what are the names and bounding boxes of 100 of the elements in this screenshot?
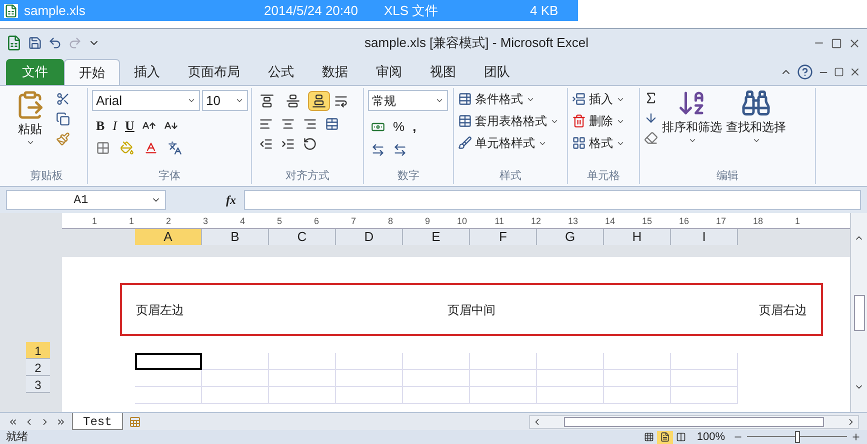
ribbon-tab[interactable]: 公式: [254, 59, 308, 85]
eraser-icon[interactable]: [644, 131, 658, 145]
active-cell[interactable]: [135, 353, 202, 370]
row-header[interactable]: 3: [26, 376, 50, 393]
align-left-icon[interactable]: [259, 117, 273, 131]
cells-menu-button[interactable]: 格式: [572, 134, 625, 152]
close-icon[interactable]: [848, 36, 861, 50]
first-sheet-icon[interactable]: [8, 416, 18, 426]
last-sheet-icon[interactable]: [56, 416, 66, 426]
view-button[interactable]: [656, 430, 673, 444]
ribbon-tab[interactable]: 团队: [470, 59, 524, 85]
new-sheet-icon[interactable]: [128, 416, 141, 428]
font-size-field[interactable]: 10: [202, 90, 248, 111]
font-name-field[interactable]: Arial: [92, 90, 200, 111]
sort-filter-button[interactable]: 排序和筛选: [662, 88, 722, 168]
grid-cell[interactable]: [336, 387, 403, 404]
indent-increase-icon[interactable]: [281, 137, 295, 151]
grid-cell[interactable]: [470, 387, 537, 404]
restore-icon[interactable]: [834, 67, 844, 77]
zoom-thumb[interactable]: [795, 431, 800, 443]
font-color-icon[interactable]: [144, 140, 158, 154]
undo-icon[interactable]: [48, 36, 62, 50]
column-header[interactable]: B: [202, 229, 269, 245]
align-right-icon[interactable]: [303, 117, 317, 131]
grid-cell[interactable]: [470, 370, 537, 387]
grid-cell[interactable]: [403, 353, 470, 370]
ribbon-tab[interactable]: 数据: [308, 59, 362, 85]
grid-cell[interactable]: [671, 370, 738, 387]
column-header[interactable]: I: [671, 229, 738, 245]
bold-button[interactable]: B: [96, 116, 105, 136]
help-icon[interactable]: [797, 64, 813, 80]
ribbon-tab[interactable]: 视图: [416, 59, 470, 85]
column-header[interactable]: F: [470, 229, 537, 245]
percent-button[interactable]: %: [393, 117, 405, 136]
grid-cell[interactable]: [202, 370, 269, 387]
column-header[interactable]: E: [403, 229, 470, 245]
ribbon-tab[interactable]: 插入: [120, 59, 174, 85]
border-icon[interactable]: [96, 140, 110, 154]
column-header[interactable]: D: [336, 229, 403, 245]
restore-icon[interactable]: [831, 38, 842, 48]
row-header[interactable]: 1: [26, 342, 50, 359]
grid-cell[interactable]: [470, 353, 537, 370]
scroll-thumb[interactable]: [564, 416, 824, 426]
paste-button[interactable]: 粘贴: [10, 88, 50, 168]
underline-button[interactable]: U: [125, 116, 134, 136]
name-box[interactable]: A1: [6, 190, 166, 210]
italic-button[interactable]: I: [112, 116, 118, 136]
vertical-align-button[interactable]: [308, 91, 330, 111]
column-header[interactable]: C: [269, 229, 336, 245]
number-format-field[interactable]: 常规: [368, 90, 448, 111]
grid-cell[interactable]: [671, 353, 738, 370]
grid-cell[interactable]: [604, 353, 671, 370]
vertical-scrollbar[interactable]: [850, 213, 867, 412]
grid-cell[interactable]: [604, 370, 671, 387]
style-menu-button[interactable]: 条件格式: [458, 90, 559, 108]
paintbrush-icon[interactable]: [56, 132, 70, 146]
row-header[interactable]: 2: [26, 359, 50, 376]
align-center-icon[interactable]: [281, 117, 295, 131]
grid-cell[interactable]: [269, 370, 336, 387]
scroll-thumb[interactable]: [854, 294, 864, 330]
indent-decrease-icon[interactable]: [259, 137, 273, 151]
column-header[interactable]: G: [537, 229, 604, 245]
grid-cell[interactable]: [671, 387, 738, 404]
find-select-button[interactable]: 查找和选择: [726, 88, 786, 168]
sum-icon[interactable]: [644, 91, 658, 105]
grid-cell[interactable]: [537, 370, 604, 387]
cells-menu-button[interactable]: 删除: [572, 112, 625, 130]
grid-cell[interactable]: [135, 387, 202, 404]
file-tab[interactable]: 文件: [6, 59, 64, 85]
phonetic-icon[interactable]: [168, 140, 182, 154]
column-header[interactable]: A: [135, 229, 202, 245]
grid-cell[interactable]: [269, 387, 336, 404]
decimal-arrows-icon[interactable]: [393, 142, 407, 156]
column-header[interactable]: H: [604, 229, 671, 245]
ribbon-tab[interactable]: 审阅: [362, 59, 416, 85]
style-menu-button[interactable]: 套用表格格式: [458, 112, 559, 130]
comma-button[interactable]: ,: [412, 117, 416, 136]
grid-cell[interactable]: [202, 387, 269, 404]
orientation-icon[interactable]: [303, 137, 317, 151]
grid-cell[interactable]: [336, 370, 403, 387]
decimal-arrows-icon[interactable]: [371, 142, 385, 156]
grid-cell[interactable]: [537, 387, 604, 404]
grid-cell[interactable]: [604, 387, 671, 404]
fill-down-icon[interactable]: [644, 111, 658, 125]
save-icon[interactable]: [28, 36, 42, 50]
grid-cell[interactable]: [269, 353, 336, 370]
zoom-in-icon[interactable]: [851, 432, 861, 442]
cells-menu-button[interactable]: 插入: [572, 90, 625, 108]
copy-icon[interactable]: [56, 112, 70, 126]
grid-cell[interactable]: [403, 370, 470, 387]
grid-cell[interactable]: [202, 353, 269, 370]
grid-cell[interactable]: [135, 370, 202, 387]
formula-field[interactable]: [244, 190, 861, 210]
sheet-tab[interactable]: Test: [72, 413, 123, 430]
zoom-slider[interactable]: [747, 431, 847, 443]
horizontal-scrollbar[interactable]: [529, 414, 859, 428]
grid-cell[interactable]: [537, 353, 604, 370]
grid-cell[interactable]: [403, 387, 470, 404]
grid-cell[interactable]: [336, 353, 403, 370]
ribbon-tab[interactable]: 页面布局: [174, 59, 254, 85]
